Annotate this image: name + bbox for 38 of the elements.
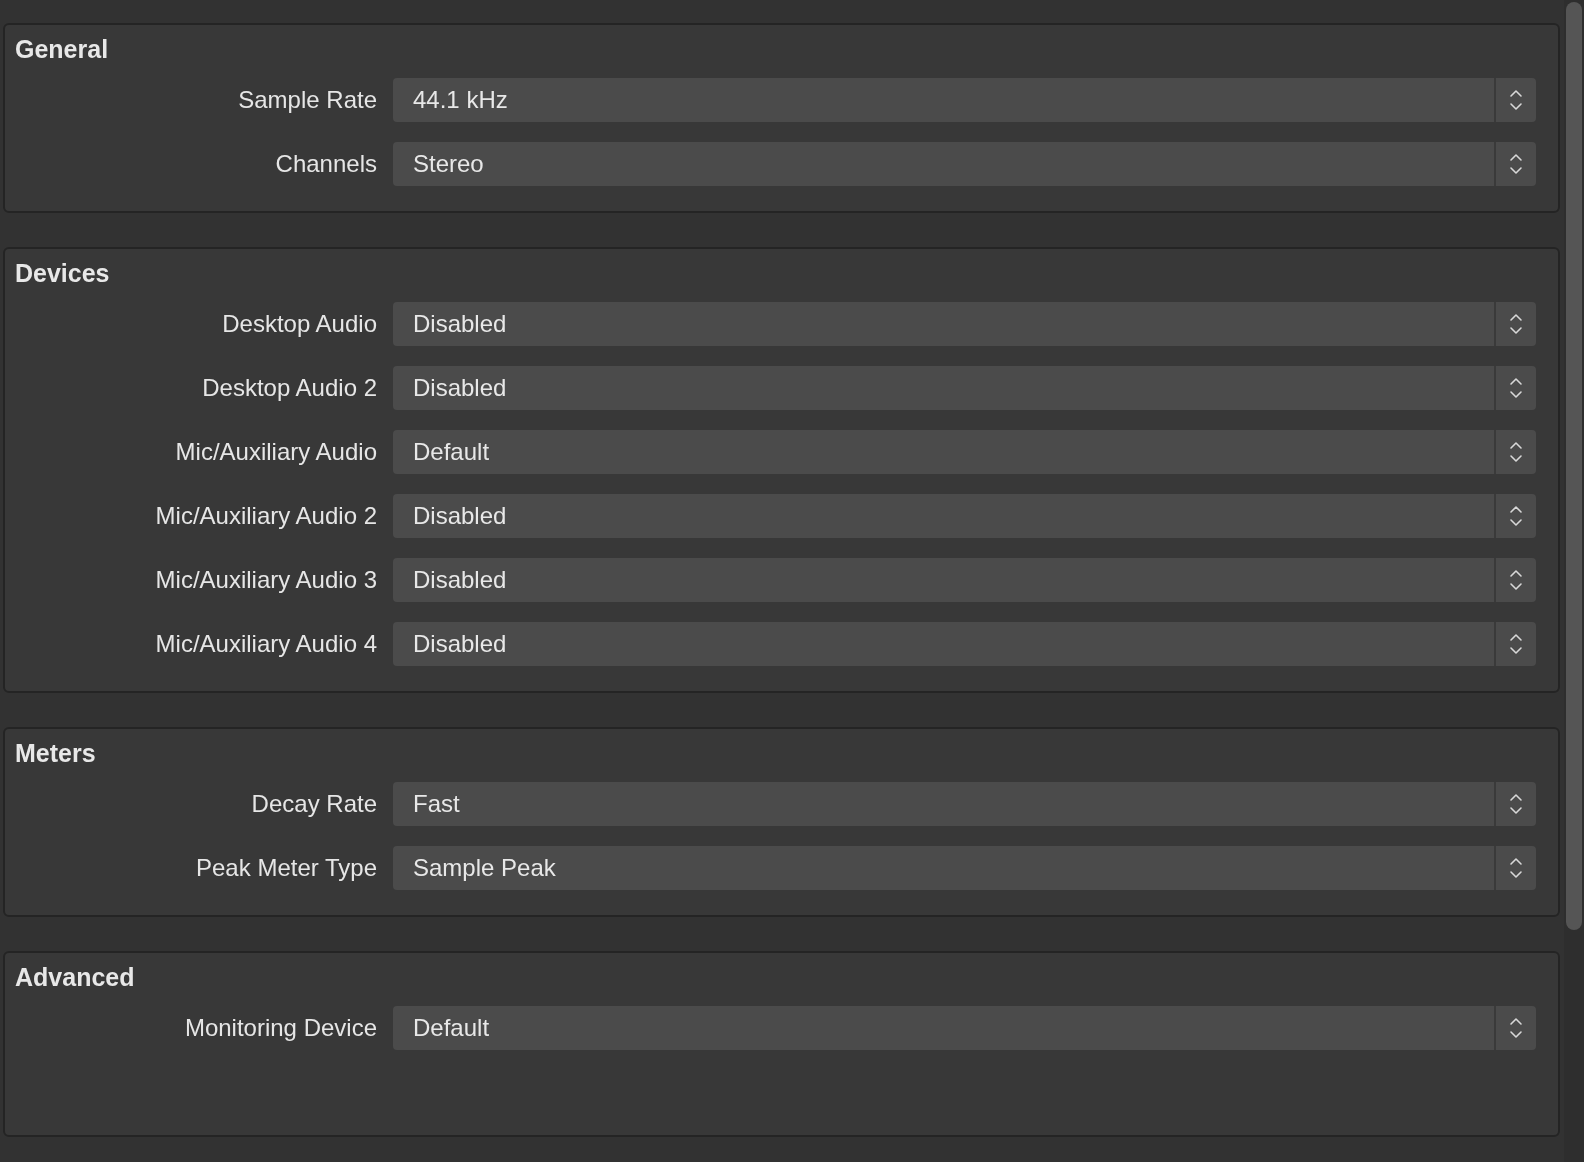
dropdown[interactable]: 44.1 kHz (393, 78, 1536, 122)
up-down-chevron-icon (1509, 151, 1523, 177)
dropdown[interactable]: Fast (393, 782, 1536, 826)
up-down-chevron-icon (1509, 1015, 1523, 1041)
dropdown[interactable]: Default (393, 1006, 1536, 1050)
field-label: Mic/Auxiliary Audio 3 (154, 566, 377, 594)
scrollbar-thumb[interactable] (1566, 2, 1582, 930)
group-title: General (15, 35, 110, 63)
up-down-chevron-icon (1509, 567, 1523, 593)
field-label: Sample Rate (237, 86, 377, 114)
field-label: Monitoring Device (183, 1014, 377, 1042)
group-title: Meters (15, 739, 97, 767)
field-label: Decay Rate (250, 790, 377, 818)
dropdown[interactable]: Disabled (393, 302, 1536, 346)
dropdown[interactable]: Sample Peak (393, 846, 1536, 890)
up-down-chevron-icon (1509, 503, 1523, 529)
dropdown[interactable]: Stereo (393, 142, 1536, 186)
up-down-chevron-icon (1509, 855, 1523, 881)
field-label: Mic/Auxiliary Audio 4 (154, 630, 377, 658)
up-down-chevron-icon (1509, 87, 1523, 113)
field-label: Desktop Audio 2 (201, 374, 377, 402)
field-label: Peak Meter Type (195, 854, 377, 882)
dropdown[interactable]: Disabled (393, 558, 1536, 602)
field-label: Mic/Auxiliary Audio (174, 438, 377, 466)
up-down-chevron-icon (1509, 439, 1523, 465)
field-label: Desktop Audio (221, 310, 377, 338)
dropdown[interactable]: Disabled (393, 366, 1536, 410)
field-label: Mic/Auxiliary Audio 2 (154, 502, 377, 530)
up-down-chevron-icon (1509, 375, 1523, 401)
dropdown[interactable]: Default (393, 430, 1536, 474)
group-title: Devices (15, 259, 111, 287)
dropdown[interactable]: Disabled (393, 622, 1536, 666)
up-down-chevron-icon (1509, 631, 1523, 657)
field-label: Channels (274, 150, 377, 178)
group-title: Advanced (15, 963, 136, 991)
up-down-chevron-icon (1509, 791, 1523, 817)
dropdown[interactable]: Disabled (393, 494, 1536, 538)
up-down-chevron-icon (1509, 311, 1523, 337)
